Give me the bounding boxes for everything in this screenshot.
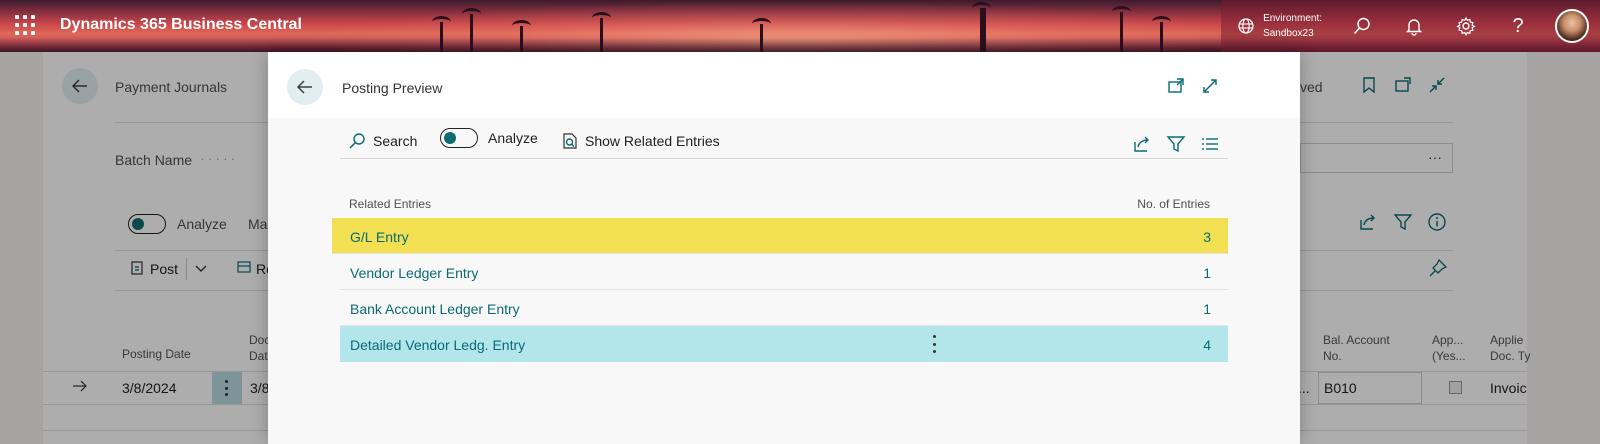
app-title[interactable]: Dynamics 365 Business Central: [60, 16, 302, 34]
entry-count-link[interactable]: 1: [1203, 265, 1211, 281]
help-icon: ?: [1512, 14, 1524, 37]
gear-icon: [1456, 16, 1476, 36]
show-related-entries-label: Show Related Entries: [585, 133, 720, 149]
table-row[interactable]: G/L Entry 3: [332, 218, 1228, 254]
analyze-label: Analyze: [488, 130, 538, 146]
search-action[interactable]: Search: [348, 132, 417, 150]
entry-name-link[interactable]: Vendor Ledger Entry: [350, 265, 478, 281]
expand-button[interactable]: [1200, 76, 1220, 96]
user-account-button[interactable]: [1544, 0, 1600, 52]
related-entries-icon: [563, 133, 577, 149]
dialog-header: Posting Preview: [268, 52, 1300, 118]
open-new-window-icon: [1168, 78, 1184, 93]
app-launcher-icon[interactable]: [14, 14, 36, 36]
share-button[interactable]: [1132, 134, 1152, 154]
entry-count-link[interactable]: 4: [1203, 337, 1211, 353]
share-icon: [1134, 136, 1149, 152]
top-bar-tools: Environment: Sandbox23 ?: [1221, 0, 1600, 52]
dialog-action-bar: Search Analyze Show Related Entries: [340, 126, 1228, 158]
dialog-title: Posting Preview: [342, 80, 443, 96]
bell-icon: [1405, 19, 1423, 36]
search-action-label: Search: [373, 133, 418, 149]
filter-icon: [1166, 136, 1186, 153]
expand-icon: [1203, 79, 1217, 93]
table-row[interactable]: Bank Account Ledger Entry 1: [340, 290, 1228, 326]
grid-header: Related Entries No. of Entries: [340, 190, 1228, 218]
row-more-options-icon[interactable]: [930, 335, 938, 353]
entry-count-link[interactable]: 1: [1203, 301, 1211, 317]
related-entries-grid: Related Entries No. of Entries G/L Entry…: [332, 190, 1228, 362]
action-bar-divider: [340, 158, 1228, 159]
list-view-button[interactable]: [1200, 134, 1220, 154]
settings-button[interactable]: [1440, 0, 1492, 52]
posting-preview-dialog: Posting Preview Search Analyze Show Rela…: [268, 52, 1300, 444]
entry-name-link[interactable]: Bank Account Ledger Entry: [350, 301, 520, 317]
arrow-left-icon: [297, 80, 312, 94]
search-icon: [349, 133, 365, 149]
analyze-switch[interactable]: [440, 128, 478, 148]
environment-label: Environment:: [1263, 13, 1322, 24]
globe-icon: [1238, 18, 1254, 34]
list-icon: [1202, 138, 1218, 150]
column-related-entries[interactable]: Related Entries: [349, 197, 431, 211]
environment-indicator[interactable]: Environment: Sandbox23: [1221, 0, 1336, 52]
table-row-selected[interactable]: Detailed Vendor Ledg. Entry 4: [340, 326, 1228, 362]
table-row[interactable]: Vendor Ledger Entry 1: [340, 254, 1228, 290]
entry-name-link[interactable]: G/L Entry: [350, 229, 409, 245]
environment-name: Sandbox23: [1263, 28, 1314, 39]
entry-name-link[interactable]: Detailed Vendor Ledg. Entry: [350, 337, 525, 353]
filter-button[interactable]: [1166, 134, 1186, 154]
dialog-back-button[interactable]: [287, 69, 323, 105]
open-in-new-window-button[interactable]: [1166, 76, 1186, 96]
column-no-of-entries[interactable]: No. of Entries: [1137, 197, 1210, 211]
avatar: [1555, 9, 1589, 43]
help-button[interactable]: ?: [1492, 0, 1544, 52]
entry-count-link[interactable]: 3: [1203, 229, 1211, 245]
search-icon: [1353, 17, 1370, 35]
analyze-toggle[interactable]: Analyze: [440, 128, 538, 148]
notifications-button[interactable]: [1388, 0, 1440, 52]
show-related-entries-action[interactable]: Show Related Entries: [562, 132, 720, 150]
app-top-bar: Dynamics 365 Business Central Environmen…: [0, 0, 1600, 52]
environment-text: Environment: Sandbox23: [1263, 11, 1322, 41]
search-button[interactable]: [1336, 0, 1388, 52]
